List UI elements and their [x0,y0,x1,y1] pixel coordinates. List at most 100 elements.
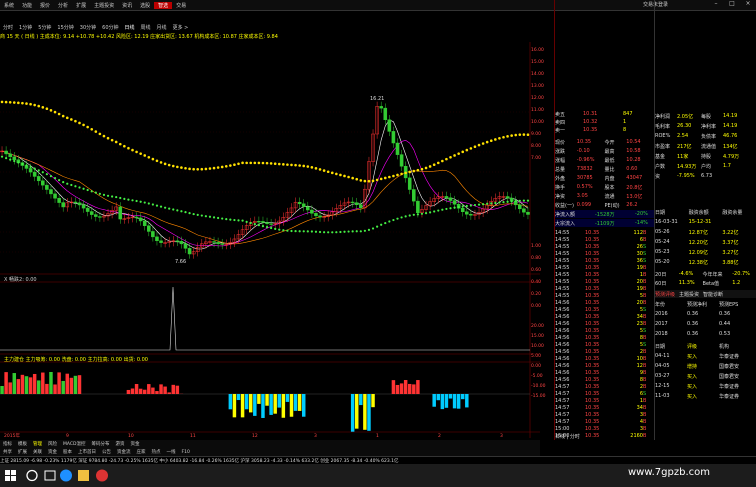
beta-cell: -20.7% [732,271,750,277]
period-tab-4[interactable]: 30分钟 [77,24,99,31]
info-tab-0[interactable]: 共享 [0,449,15,455]
lower-band-dot [164,206,167,209]
info-tab-7[interactable]: 资金流 [114,449,134,455]
fund-cell: 净利润 [655,113,671,120]
sub2-bar [367,394,371,431]
lower-band-dot [33,167,36,170]
tick-vol: 3 [639,425,643,432]
stock-app-icon[interactable] [96,469,108,482]
menu-item-3[interactable]: 分析 [54,2,72,9]
lower-band-dot [233,218,236,222]
period-tab-3[interactable]: 15分钟 [54,24,76,31]
upper-band-dot [383,176,387,180]
fund-tab-0[interactable]: 预测评级 [655,291,675,298]
indicator-tab-3[interactable]: 风险 [45,441,60,447]
menu-item-0[interactable]: 系统 [0,2,18,9]
windows-start-icon[interactable] [5,470,10,475]
menu-item-9[interactable]: 交易 [172,2,190,9]
quote-info-cell: 3.05 [576,193,588,199]
period-tab-7[interactable]: 周线 [138,24,154,31]
lower-band-dot [429,211,432,214]
period-tab-6[interactable]: 日线 [122,24,138,31]
candle-body [45,184,49,190]
flow-value: -1528万 [595,211,615,218]
tick-side: B [643,348,647,355]
quote-footer[interactable]: 日线 | 分时 [555,432,654,440]
indicator-tab-7[interactable]: 资金 [128,441,143,447]
indicator-tab-5[interactable]: 筹码分布 [89,441,113,447]
period-tab-1[interactable]: 1分钟 [16,24,35,31]
period-tab-0[interactable]: 分时 [0,24,16,31]
lower-band-dot [396,217,399,220]
rating-cell: 增持 [687,363,698,370]
indicator-tab-1[interactable]: 模板 [15,441,30,447]
indicator-tab-6[interactable]: 游资 [113,441,128,447]
upper-band-dot [428,165,432,168]
upper-band-dot [473,145,477,148]
info-tab-6[interactable]: 公告 [99,449,114,455]
indicator-tab-0[interactable]: 指标 [0,441,15,447]
sub2-bar [265,394,269,406]
tick-row: 14:57 10.35 3 B [555,411,654,418]
candle-body [359,204,363,209]
info-tab-2[interactable]: 关联 [30,449,45,455]
search-icon[interactable] [26,469,38,482]
upper-band-dot [45,107,49,111]
menu-item-1[interactable]: 功能 [18,2,36,9]
fund-tab-1[interactable]: 主题投资 [679,291,699,298]
info-tab-1[interactable]: 扩展 [15,449,30,455]
upper-band-dot [249,161,253,165]
menu-item-4[interactable]: 扩展 [72,2,90,9]
rating-cell: 国泰君安 [719,373,740,380]
info-tab-3[interactable]: 资金 [45,449,60,455]
rating-row: 03-27 买入 国泰君安 [655,372,756,380]
info-tab-5[interactable]: 上市首日 [75,449,99,455]
info-tab-4[interactable]: 股本 [60,449,75,455]
quote-info-cell: 13.0亿 [626,193,643,200]
quote-info-cell: 26.2 [626,202,638,208]
info-tab-10[interactable]: 一线 [164,449,179,455]
menu-item-5[interactable]: 主题投资 [90,2,118,9]
indicator-tab-2[interactable]: 管理 [30,441,45,447]
indicator-tab-4[interactable]: MACD温控 [60,441,89,447]
sub2-bar [436,394,441,401]
info-tab-9[interactable]: 热点 [149,449,164,455]
candle-body [383,107,388,121]
period-tab-9[interactable]: 更多 > [170,24,192,31]
menu-item-6[interactable]: 资讯 [118,2,136,9]
menu-item-8[interactable]: 智选 [154,1,173,9]
lower-band-dot [66,182,69,185]
tick-time: 14:55 [555,257,570,264]
upper-band-dot [498,137,501,140]
flow-pct: -20% [635,211,648,217]
upper-band-dot [318,168,322,171]
upper-band-dot [4,100,8,104]
period-tab-2[interactable]: 5分钟 [35,24,54,31]
upper-band-dot [481,142,485,145]
menu-item-2[interactable]: 报价 [36,2,54,9]
lower-band-dot [494,201,497,205]
info-tab-8[interactable]: 庄家 [134,449,149,455]
edge-browser-icon[interactable] [60,469,72,482]
info-tab-11[interactable]: F10 [179,450,193,455]
ma-line-20 [1,150,529,245]
upper-band-dot [269,162,273,165]
fund-cell: 每股 [701,113,712,120]
forecast-cell: 预测EPS [719,301,739,308]
lower-band-dot [131,199,134,202]
lower-band-dot [363,229,366,232]
fund-tab-2[interactable]: 智能诊断 [703,291,723,298]
quote-info-cell: 0.099 [576,202,592,208]
upper-band-dot [408,170,412,174]
period-tab-5[interactable]: 60分钟 [99,24,121,31]
file-explorer-icon[interactable] [78,470,89,481]
period-tab-8[interactable]: 月线 [154,24,170,31]
fund-cell: -7.95% [677,173,695,179]
upper-band-dot [180,166,183,169]
sub2-bar [261,394,265,418]
kline-chart[interactable]: 16.21 7.66 X 畅跌2: 0.00 主力建仓 主力吸筹: 0.00 洗… [0,42,540,438]
task-view-icon[interactable] [44,470,56,481]
rating-cell: 03-27 [655,373,670,379]
menu-item-7[interactable]: 选股 [136,2,154,9]
lower-band-dot [294,230,297,233]
